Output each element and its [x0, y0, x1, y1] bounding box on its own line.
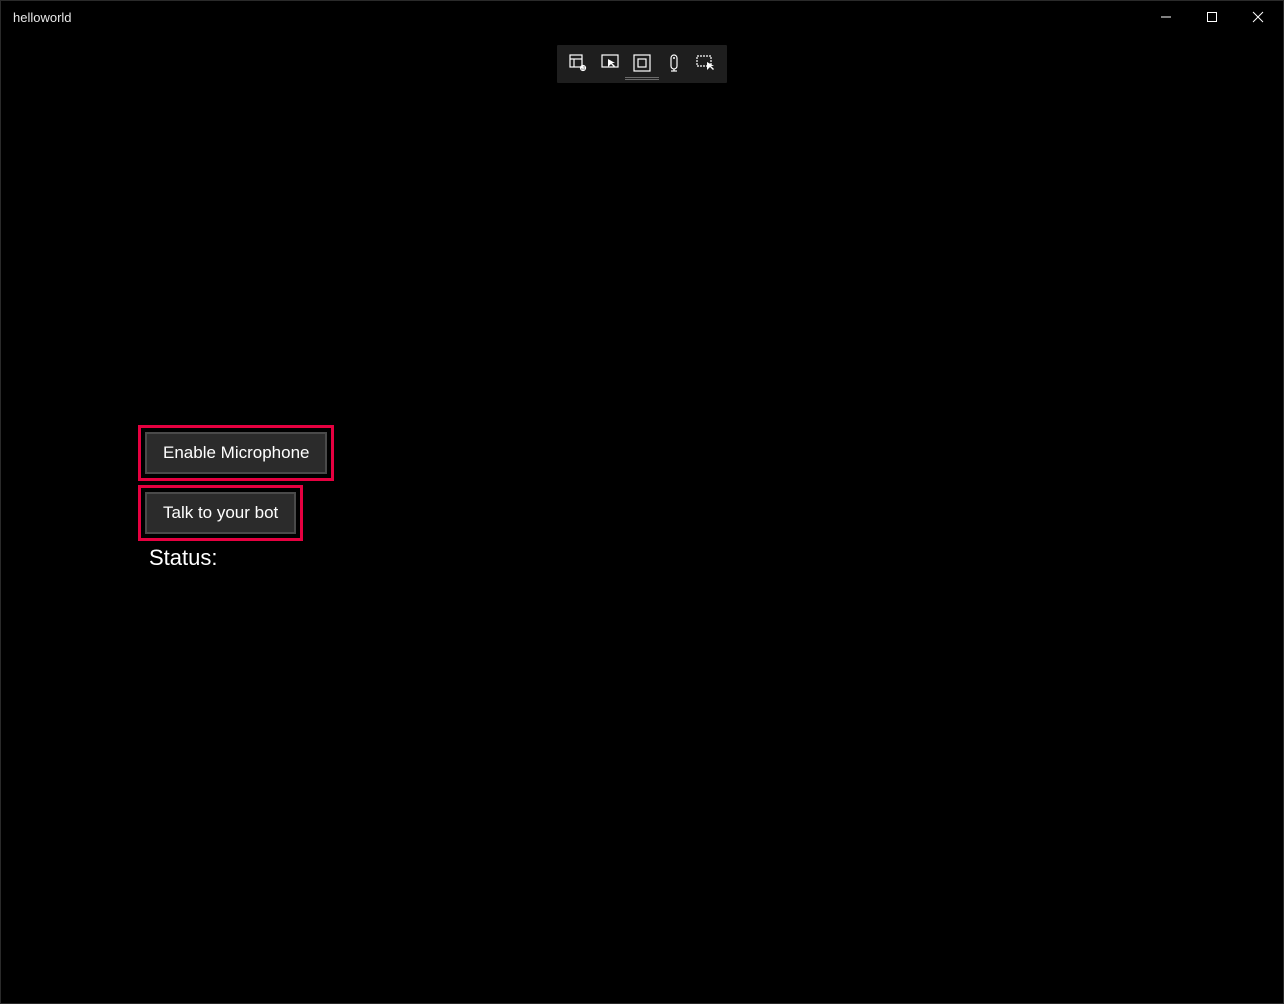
titlebar: helloworld — [1, 1, 1283, 33]
app-content: Enable Microphone Talk to your bot Statu… — [1, 33, 1283, 1003]
talk-to-bot-button[interactable]: Talk to your bot — [145, 492, 296, 534]
minimize-button[interactable] — [1143, 1, 1189, 33]
status-label: Status: — [149, 545, 217, 571]
close-button[interactable] — [1235, 1, 1281, 33]
enable-microphone-button[interactable]: Enable Microphone — [145, 432, 327, 474]
maximize-button[interactable] — [1189, 1, 1235, 33]
talk-to-bot-highlight: Talk to your bot — [138, 485, 303, 541]
window-title: helloworld — [13, 10, 72, 25]
enable-microphone-highlight: Enable Microphone — [138, 425, 334, 481]
window-controls — [1143, 1, 1281, 33]
